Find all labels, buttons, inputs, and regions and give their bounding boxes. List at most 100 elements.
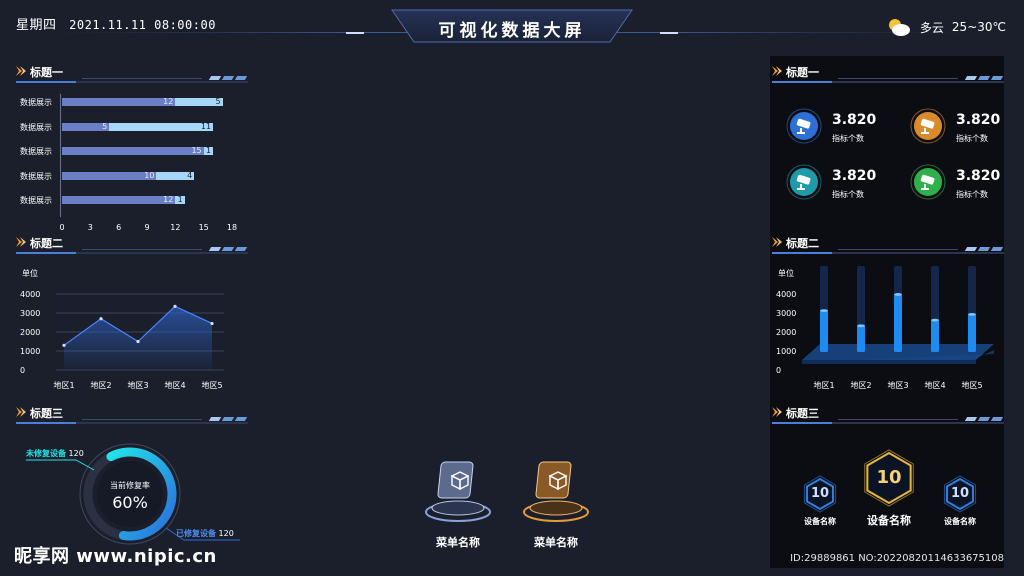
section-dashes [208,247,248,251]
bar [931,320,939,352]
section-rule-accent [772,81,832,83]
y-tick-label: 2000 [20,328,40,337]
y-tick-label: 3000 [20,309,40,318]
left-section3-header: 标题三 [16,403,248,425]
metric-label: 指标个数 [832,190,864,199]
y-tick-label: 0 [776,366,781,375]
menu-pedestal-gold [523,461,589,522]
metric-disc [786,108,822,144]
bar-row: 10 4 [62,171,232,180]
weekday: 星期四 [16,18,57,33]
y-tick-label: 2000 [776,328,796,337]
x-tick-label: 0 [59,222,65,232]
y-tick-label: 1000 [776,347,796,356]
device-value: 10 [876,466,902,488]
x-tick-label: 地区4 [924,380,945,390]
page-title: 可视化数据大屏 [438,21,586,41]
x-tick-label: 地区1 [813,380,834,390]
menu-label: 菜单名称 [436,536,480,549]
repair-gauge-panel: 未修复设备 120 已修复设备 120 当前修复率 60% [16,430,248,550]
right-column-chart: 单位 4000 3000 2000 1000 0 地区1 地区2 地区3 地区4 地区5 [776,266,994,390]
metric-label: 指标个数 [832,134,864,143]
bar [968,314,976,352]
bar-row: 5 11 [62,122,232,131]
bar-segment: 12 [62,98,176,106]
data-point [99,317,103,321]
y-tick-label: 3000 [776,309,796,318]
chevron-right-icon [772,407,782,417]
section-title: 标题一 [786,66,819,79]
bar-category-label: 数据展示 [20,171,52,181]
y-tick-label: 4000 [776,290,796,299]
bar-category-label: 数据展示 [20,98,52,107]
section-title: 标题三 [30,407,63,420]
right-section2-header: 标题二 [772,233,1004,255]
device-label: 设备名称 [944,517,976,526]
section-rule-accent [772,422,832,424]
metric-label: 指标个数 [956,190,988,199]
x-tick-label: 12 [170,222,181,232]
y-tick-label: 0 [20,366,25,375]
chevron-right-icon [16,407,26,417]
section-dashes [208,76,248,80]
device-value: 10 [950,485,970,501]
x-tick-label: 3 [87,222,93,232]
section-rule-mid [82,419,202,420]
gauge-center-label: 当前修复率 [110,481,150,490]
metric-value: 3.820 [832,168,877,184]
watermark-id: ID:29889861 NO:20220820114633675108 [790,553,1004,564]
weather-condition: 多云 [919,20,944,35]
section-rule-mid [82,78,202,79]
menu-item-1[interactable]: 菜单名称 [418,456,498,552]
bar-segment: 1 [203,147,214,155]
bar-segment: 1 [175,196,185,204]
section-title: 标题二 [30,237,63,250]
section-rule-mid [838,249,958,250]
section-dashes [964,76,1004,80]
y-axis-title: 单位 [778,268,794,278]
bar-segment: 4 [156,171,195,180]
bar-category-label: 数据展示 [20,122,52,132]
menu-item-2[interactable]: 菜单名称 [516,456,596,552]
metric-disc [910,108,946,144]
clock: 2021.11.11 08:00:00 [69,18,216,32]
x-tick-label: 地区5 [201,380,222,390]
left-area-chart: 单位 4000 3000 2000 1000 0 地区1 地区2 地区3 地区4 地区5 [20,268,224,390]
section-dashes [964,417,1004,421]
watermark-brand: 昵享网 www.nipic.cn [14,546,217,567]
bar-cap [857,324,865,328]
datetime: 星期四 2021.11.11 08:00:00 [16,14,216,33]
header-bar: 星期四 2021.11.11 08:00:00 可视化数据大屏 多云 25~30… [0,0,1024,48]
bar-category-label: 数据展示 [20,147,52,156]
left-hbar-chart: 数据展示 12 5 数据展示 5 11 数据展示 15 1 数据展示 10 4 数据展示 12 1 0 3 6 9 1… [16,92,248,232]
metric-card: 3.820 指标个数 [786,164,886,210]
menu-label: 菜单名称 [534,536,578,549]
bar-row: 12 5 [62,98,232,106]
x-tick-label: 地区4 [164,380,185,390]
x-tick-label: 15 [198,222,209,232]
data-point [173,304,177,308]
metric-value: 3.820 [956,168,1001,184]
bar-row: 12 1 [62,196,232,204]
right-section1-header: 标题一 [772,62,1004,84]
y-tick-label: 4000 [20,290,40,299]
y-tick-label: 1000 [20,347,40,356]
x-tick-label: 地区3 [127,380,148,390]
section-title: 标题一 [30,66,63,79]
bar-segment: 11 [109,122,214,131]
bar-cap [968,313,976,316]
data-point [62,343,66,347]
camera-base [797,132,805,134]
chevron-right-icon [772,66,782,76]
x-tick-label: 6 [116,222,122,232]
section-rule-mid [838,419,958,420]
bar-segment: 10 [62,171,157,180]
x-tick-label: 地区2 [90,380,111,390]
metric-card: 3.820 指标个数 [910,164,1010,210]
metric-card: 3.820 指标个数 [910,108,1010,154]
area-fill [64,306,212,370]
chart-base-front [802,360,976,364]
left-section1-header: 标题一 [16,62,248,84]
bar-cap [894,293,902,296]
bar-segment: 15 [62,147,204,155]
